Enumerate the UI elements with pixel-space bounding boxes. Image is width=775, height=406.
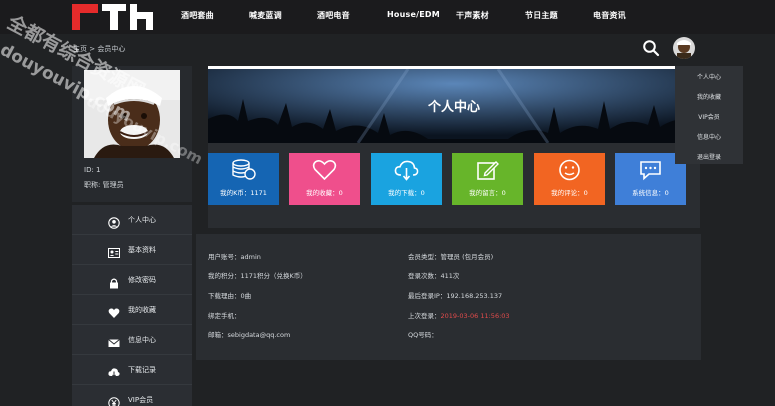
profile-avatar — [84, 70, 180, 158]
stat-card-messages[interactable]: 我的留言：0 — [452, 153, 523, 205]
info-qq: QQ号码： — [408, 331, 438, 339]
stat-card-k-coins[interactable]: 我的K币：1171 — [208, 153, 279, 205]
stat-label: 我的下载：0 — [388, 189, 425, 197]
sidebar-item-label: 基本资料 — [128, 246, 156, 254]
cloud-download-icon — [394, 159, 419, 181]
nav-item-holiday-themes[interactable]: 节日主题 — [525, 10, 558, 21]
user-id: ID: 1 — [84, 166, 101, 174]
sidebar-item-basic-info[interactable]: 基本资料 — [72, 235, 192, 265]
chat-icon — [638, 159, 663, 181]
stat-label: 系统信息：0 — [632, 189, 669, 197]
nav-item-mc-blues[interactable]: 喊麦蓝调 — [249, 10, 282, 21]
sidebar-item-label: 下载记录 — [128, 366, 156, 374]
info-last-login: 上次登录：2019-03-06 11:56:03 — [408, 310, 510, 320]
dropdown-item-my-favorites[interactable]: 我的收藏 — [675, 92, 743, 101]
nav-item-bar-electronic[interactable]: 酒吧电音 — [317, 10, 350, 21]
user-role: 职称: 管理员 — [84, 181, 124, 189]
nav-item-dry-vocals[interactable]: 干声素材 — [456, 10, 489, 21]
heart-outline-icon — [312, 159, 337, 181]
info-phone: 绑定手机： — [208, 312, 241, 320]
sidebar-item-message-center[interactable]: 信息中心 — [72, 325, 192, 355]
info-member-type: 会员类型：管理员 (包月会员) — [408, 253, 494, 261]
dropdown-item-logout[interactable]: 退出登录 — [675, 152, 743, 161]
stat-label: 我的K币：1171 — [220, 189, 267, 197]
id-card-icon — [108, 244, 120, 258]
sidebar-menu: 个人中心 基本资料 修改密码 我的收藏 信息中心 下载记录 VIP会员 — [72, 205, 192, 406]
stat-label: 我的留言：0 — [469, 189, 506, 197]
site-logo[interactable] — [72, 4, 162, 30]
info-points: 我的积分：1171积分（兑换K币） — [208, 272, 307, 280]
edit-icon — [475, 159, 500, 181]
heart-icon — [108, 304, 120, 318]
dropdown-item-personal-center[interactable]: 个人中心 — [675, 72, 743, 81]
banner-title: 个人中心 — [427, 100, 480, 115]
info-last-ip: 最后登录IP：192.168.253.137 — [408, 292, 503, 300]
smile-icon — [557, 159, 582, 181]
sidebar-item-change-password[interactable]: 修改密码 — [72, 265, 192, 295]
sidebar-item-personal-center[interactable]: 个人中心 — [72, 205, 192, 235]
stat-card-downloads[interactable]: 我的下载：0 — [371, 153, 442, 205]
sidebar-item-vip[interactable]: VIP会员 — [72, 385, 192, 406]
sidebar-item-my-favorites[interactable]: 我的收藏 — [72, 295, 192, 325]
dropdown-item-message-center[interactable]: 信息中心 — [675, 132, 743, 141]
nav-item-bar-medley[interactable]: 酒吧套曲 — [181, 10, 214, 21]
stat-label: 我的收藏：0 — [306, 189, 343, 197]
envelope-icon — [108, 334, 120, 347]
dropdown-item-vip[interactable]: VIP会员 — [675, 112, 743, 121]
info-account: 用户账号：admin — [208, 253, 261, 261]
user-dropdown-menu: 个人中心 我的收藏 VIP会员 信息中心 退出登录 — [675, 66, 743, 164]
sidebar-item-label: 个人中心 — [128, 216, 156, 224]
sidebar-item-label: VIP会员 — [128, 396, 154, 404]
top-nav: 酒吧套曲 喊麦蓝调 酒吧电音 House/EDM 干声素材 节日主题 电音资讯 — [0, 0, 775, 34]
nav-item-house-edm[interactable]: House/EDM — [387, 10, 440, 19]
breadcrumb[interactable]: 主页 > 会员中心 — [73, 44, 125, 54]
nav-item-edm-news[interactable]: 电音资讯 — [593, 10, 626, 21]
stat-card-comments[interactable]: 我的评论：0 — [534, 153, 605, 205]
cloud-download-icon — [108, 364, 120, 378]
info-last-login-label: 上次登录： — [408, 312, 441, 320]
sidebar-item-label: 信息中心 — [128, 336, 156, 344]
search-icon[interactable] — [642, 39, 660, 57]
user-avatar-button[interactable] — [673, 37, 695, 59]
banner: 个人中心 — [208, 69, 700, 143]
stat-label: 我的评论：0 — [551, 189, 588, 197]
info-email: 邮箱：sebigdata@qq.com — [208, 331, 291, 339]
coins-icon — [231, 159, 256, 181]
sidebar-item-label: 修改密码 — [128, 276, 156, 284]
lock-icon — [108, 274, 120, 289]
user-circle-icon — [108, 214, 120, 229]
info-login-count: 登录次数：411次 — [408, 272, 460, 280]
sidebar-item-download-history[interactable]: 下载记录 — [72, 355, 192, 385]
yen-icon — [108, 394, 120, 406]
info-last-login-value: 2019-03-06 11:56:03 — [440, 312, 510, 320]
stat-card-favorites[interactable]: 我的收藏：0 — [289, 153, 360, 205]
info-download-reason: 下载理由：0曲 — [208, 292, 252, 300]
sidebar-item-label: 我的收藏 — [128, 306, 156, 314]
